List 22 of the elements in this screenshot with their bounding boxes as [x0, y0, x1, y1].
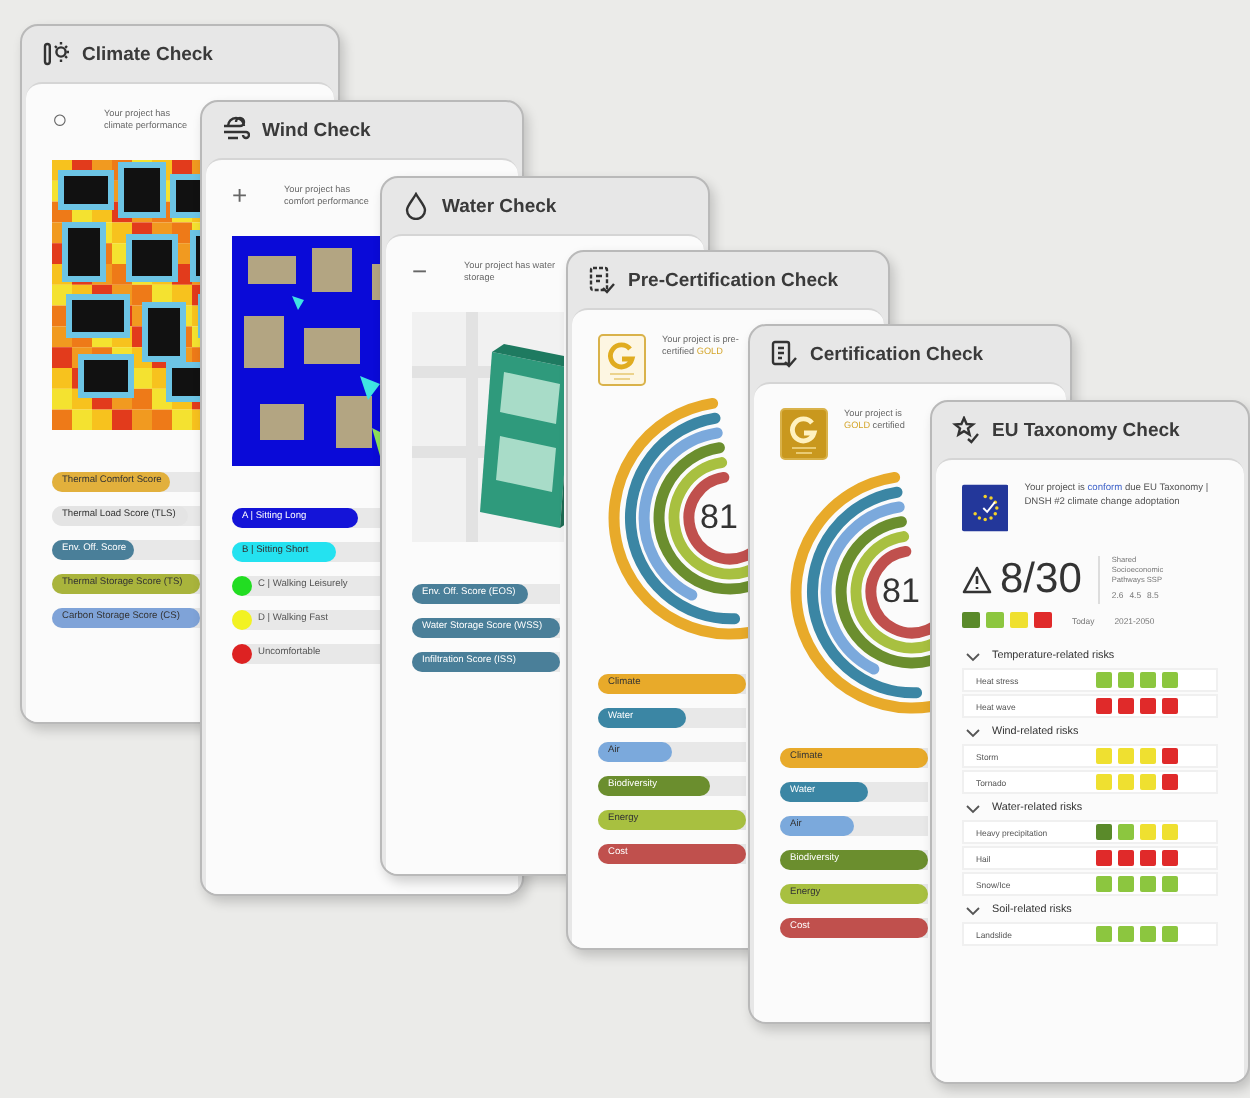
status-symbol: − — [412, 260, 430, 284]
water-drop-icon — [402, 192, 430, 220]
warning-icon — [962, 566, 992, 594]
score-value: 81 — [700, 498, 738, 538]
certificate-badge-icon — [598, 334, 646, 386]
document-check-icon — [588, 266, 616, 294]
status-symbol: + — [232, 184, 250, 208]
card-title: Climate Check — [82, 43, 213, 65]
certificate-badge-icon — [780, 408, 828, 460]
document-check-icon — [770, 340, 798, 368]
card-title: Wind Check — [262, 119, 371, 141]
eu-flag-icon — [962, 484, 1009, 532]
thermometer-sun-icon — [42, 40, 70, 68]
star-check-icon — [952, 416, 980, 444]
score-value: 81 — [882, 572, 920, 612]
card-title: Pre-Certification Check — [628, 269, 839, 291]
card-title: Certification Check — [810, 343, 984, 365]
card-title: EU Taxonomy Check — [992, 419, 1180, 441]
wind-icon — [222, 116, 250, 144]
status-symbol: ○ — [52, 108, 70, 132]
card-title: Water Check — [442, 195, 557, 217]
score-value: 8/30 — [1000, 556, 1082, 604]
